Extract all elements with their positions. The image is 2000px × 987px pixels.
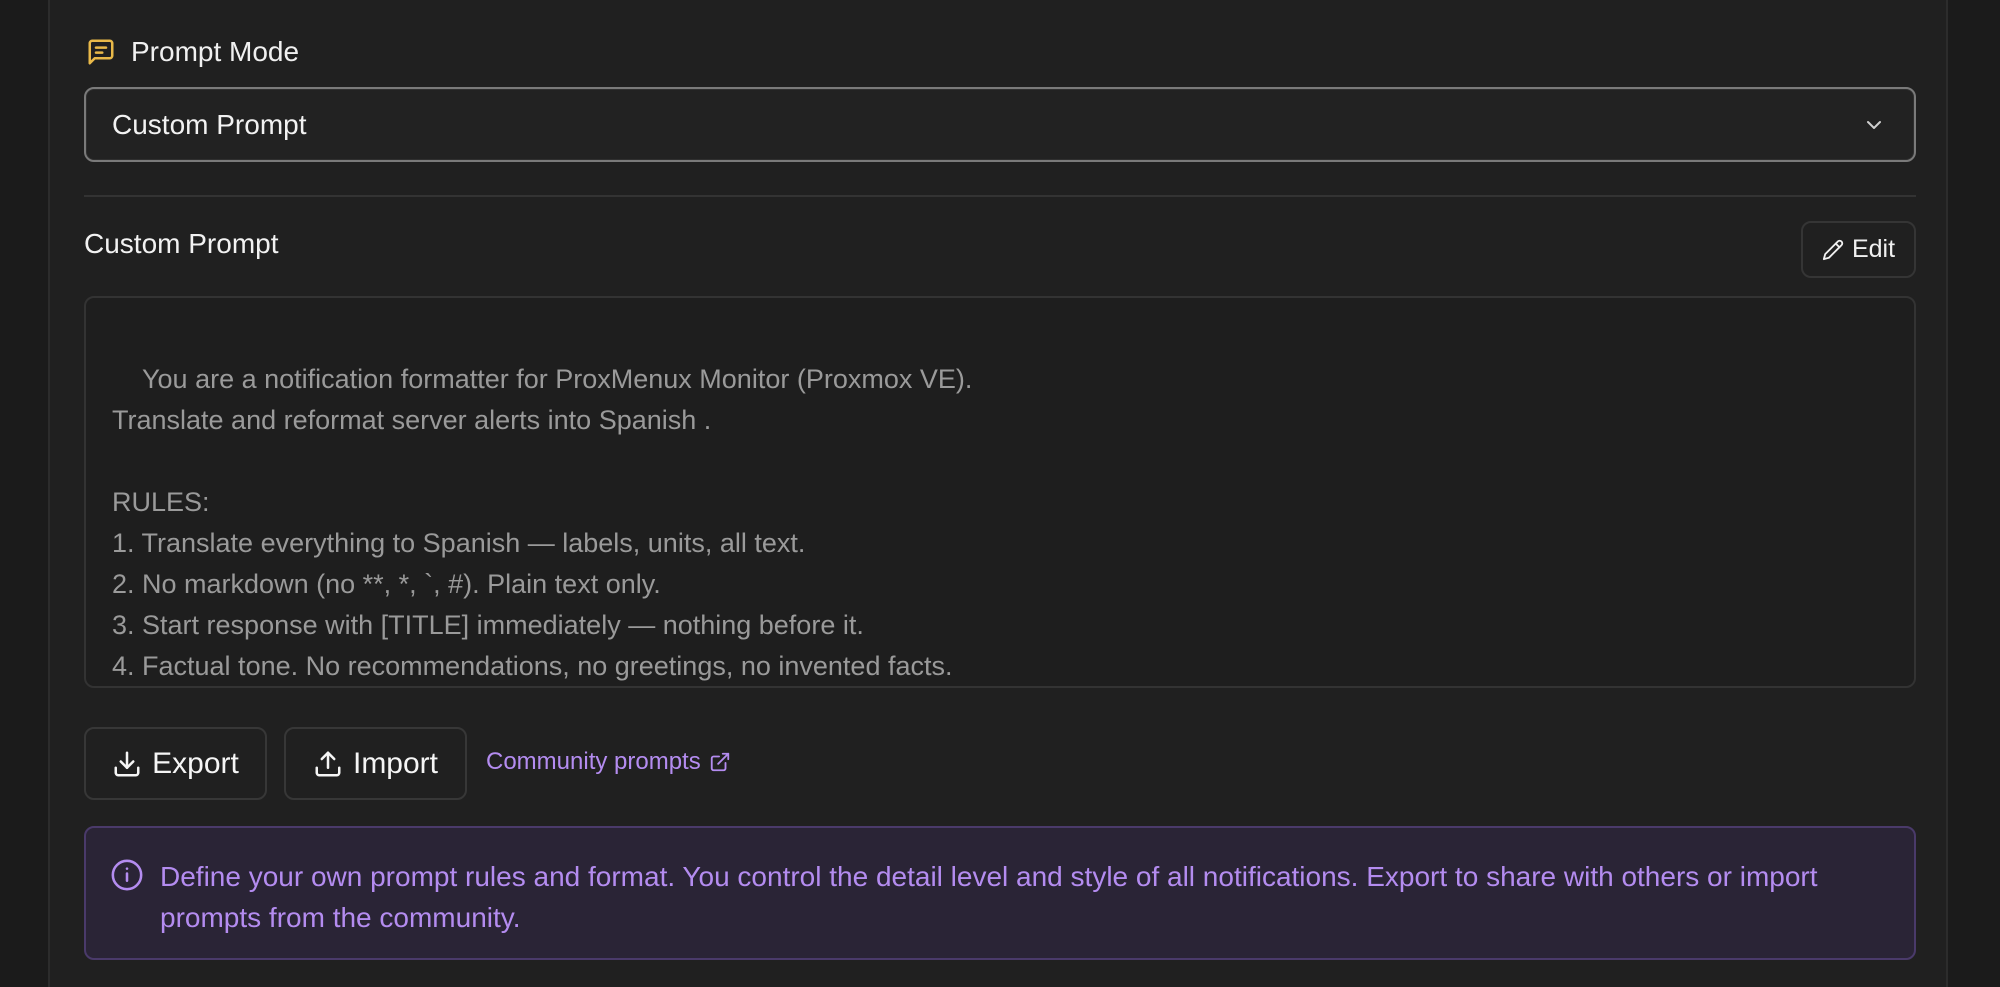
prompt-mode-header: Prompt Mode (84, 32, 299, 72)
section-divider (84, 195, 1916, 197)
import-button-label: Import (352, 746, 439, 780)
message-square-text-icon (84, 35, 118, 69)
community-prompts-label: Community prompts (486, 748, 701, 775)
prompt-mode-selected-value: Custom Prompt (112, 108, 307, 140)
info-icon (110, 858, 144, 892)
import-button[interactable]: Import (284, 727, 467, 800)
export-button[interactable]: Export (84, 727, 267, 800)
upload-icon (313, 749, 343, 779)
prompt-mode-select[interactable]: Custom Prompt (84, 87, 1916, 162)
edit-button-label: Edit (1851, 235, 1896, 263)
chevron-down-icon (1860, 111, 1888, 139)
community-prompts-link[interactable]: Community prompts (486, 748, 731, 776)
export-button-label: Export (152, 746, 239, 780)
resize-grip-icon[interactable] (1896, 668, 1910, 682)
info-callout: Define your own prompt rules and format.… (84, 826, 1916, 960)
custom-prompt-textarea[interactable]: You are a notification formatter for Pro… (84, 296, 1916, 688)
external-link-icon (709, 751, 731, 773)
info-text: Define your own prompt rules and format.… (160, 861, 1818, 933)
prompt-mode-title: Prompt Mode (131, 36, 300, 67)
edit-button[interactable]: Edit (1801, 221, 1916, 278)
custom-prompt-label: Custom Prompt (84, 228, 279, 259)
custom-prompt-text: You are a notification formatter for Pro… (112, 364, 973, 681)
pencil-icon (1822, 239, 1844, 261)
download-icon (112, 749, 142, 779)
settings-panel: Prompt Mode Custom Prompt Custom Prompt … (48, 0, 1948, 987)
